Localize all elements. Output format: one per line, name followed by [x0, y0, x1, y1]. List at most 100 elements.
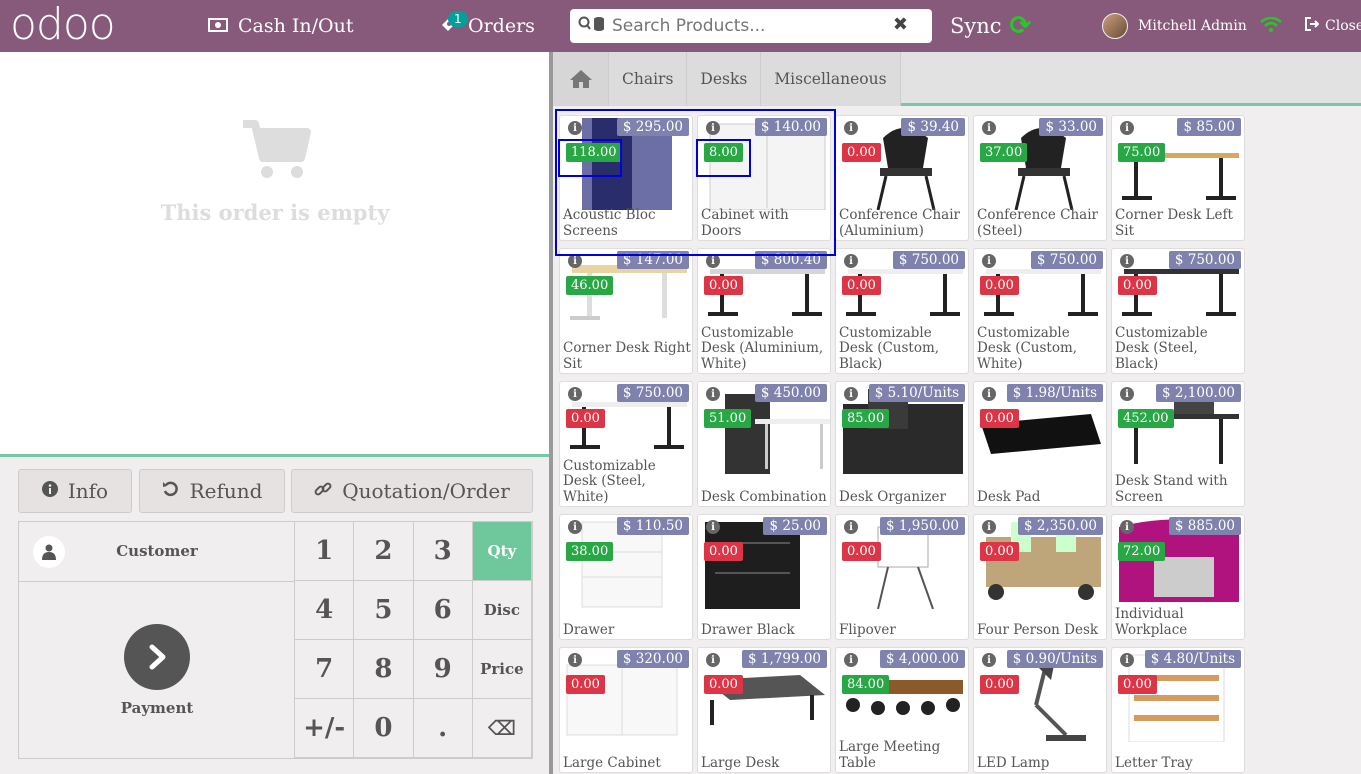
product-info-icon[interactable]: i	[706, 520, 720, 534]
odoo-logo: odoo	[10, 0, 116, 50]
product-info-icon[interactable]: i	[982, 653, 996, 667]
product-info-icon[interactable]: i	[982, 121, 996, 135]
product-info-icon[interactable]: i	[982, 254, 996, 268]
price-mode-button[interactable]: Price	[472, 640, 532, 699]
quotation-order-button[interactable]: Quotation/Order	[291, 469, 533, 513]
home-category-button[interactable]	[553, 52, 609, 106]
product-info-icon[interactable]: i	[1120, 520, 1134, 534]
product-card[interactable]: i $ 1,799.00 0.00 Large Desk	[697, 647, 831, 773]
product-price-tag: $ 750.00	[1168, 251, 1241, 269]
product-card[interactable]: i $ 295.00 118.00 Acoustic Bloc Screens	[559, 115, 693, 241]
product-price-tag: $ 0.90/Units	[1006, 650, 1103, 668]
product-price-tag: $ 450.00	[754, 384, 827, 402]
product-info-icon[interactable]: i	[706, 254, 720, 268]
numpad-key-6[interactable]: 6	[413, 581, 473, 640]
qty-mode-button[interactable]: Qty	[472, 522, 532, 581]
decimal-button[interactable]: .	[413, 699, 473, 758]
product-price-tag: $ 4.80/Units	[1144, 650, 1241, 668]
product-card[interactable]: i $ 4,000.00 84.00 Large Meeting Table	[835, 647, 969, 773]
product-card[interactable]: i $ 320.00 0.00 Large Cabinet	[559, 647, 693, 773]
product-card[interactable]: i $ 750.00 0.00 Customizable Desk (Steel, B…	[1111, 248, 1245, 374]
product-info-icon[interactable]: i	[568, 387, 582, 401]
product-info-icon[interactable]: i	[1120, 254, 1134, 268]
product-info-icon[interactable]: i	[844, 653, 858, 667]
product-card[interactable]: i $ 110.50 38.00 Drawer	[559, 514, 693, 640]
product-card[interactable]: i $ 140.00 8.00 Cabinet with Doors	[697, 115, 831, 241]
product-card[interactable]: i $ 25.00 0.00 Drawer Black	[697, 514, 831, 640]
search-input[interactable]	[612, 16, 892, 36]
payment-button[interactable]: Payment	[19, 582, 295, 760]
customer-button[interactable]: Customer	[19, 522, 295, 582]
refund-button[interactable]: Refund	[139, 469, 285, 513]
numpad-key-4[interactable]: 4	[295, 581, 355, 640]
product-card[interactable]: i $ 800.40 0.00 Customizable Desk (Aluminiu…	[697, 248, 831, 374]
product-card[interactable]: i $ 750.00 0.00 Customizable Desk (Steel, W…	[559, 381, 693, 507]
product-price-tag: $ 2,350.00	[1018, 517, 1103, 535]
product-card[interactable]: i $ 750.00 0.00 Customizable Desk (Custom, …	[973, 248, 1107, 374]
clear-search-icon[interactable]: ✖	[893, 14, 908, 35]
product-info-icon[interactable]: i	[982, 387, 996, 401]
product-card[interactable]: i $ 2,350.00 0.00 Four Person Desk	[973, 514, 1107, 640]
product-info-icon[interactable]: i	[844, 254, 858, 268]
numpad-key-3[interactable]: 3	[413, 522, 473, 581]
product-info-icon[interactable]: i	[706, 653, 720, 667]
numpad-key-7[interactable]: 7	[295, 640, 355, 699]
sync-status[interactable]: Sync ⟳	[950, 0, 1031, 52]
product-stock-badge: 0.00	[980, 409, 1019, 428]
close-button[interactable]: Close	[1305, 0, 1361, 52]
product-info-icon[interactable]: i	[1120, 121, 1134, 135]
user-menu[interactable]: Mitchell Admin	[1102, 0, 1247, 52]
product-info-icon[interactable]: i	[1120, 653, 1134, 667]
numpad-key-0[interactable]: 0	[354, 699, 414, 758]
product-info-icon[interactable]: i	[706, 387, 720, 401]
product-card[interactable]: i $ 33.00 37.00 Conference Chair (Steel)	[973, 115, 1107, 241]
product-card[interactable]: i $ 4.80/Units 0.00 Letter Tray	[1111, 647, 1245, 773]
discount-mode-button[interactable]: Disc	[472, 581, 532, 640]
product-pane: Chairs Desks Miscellaneous i $ 295.00 118.…	[553, 52, 1361, 774]
product-info-icon[interactable]: i	[568, 121, 582, 135]
product-card[interactable]: i $ 147.00 46.00 Corner Desk Right Sit	[559, 248, 693, 374]
product-info-icon[interactable]: i	[844, 520, 858, 534]
product-price-tag: $ 33.00	[1039, 118, 1103, 136]
product-info-icon[interactable]: i	[706, 121, 720, 135]
product-stock-badge: 0.00	[842, 276, 881, 295]
category-miscellaneous[interactable]: Miscellaneous	[761, 52, 901, 106]
product-name: Large Meeting Table	[839, 739, 941, 771]
product-name: Cabinet with Doors	[701, 207, 789, 239]
product-card[interactable]: i $ 85.00 75.00 Corner Desk Left Sit	[1111, 115, 1245, 241]
backspace-button[interactable]: ⌫	[472, 699, 532, 758]
product-info-icon[interactable]: i	[568, 520, 582, 534]
product-info-icon[interactable]: i	[982, 520, 996, 534]
product-card[interactable]: i $ 39.40 0.00 Conference Chair (Aluminium)	[835, 115, 969, 241]
numpad-key-2[interactable]: 2	[354, 522, 414, 581]
product-card[interactable]: i $ 2,100.00 452.00 Desk Stand with Screen	[1111, 381, 1245, 507]
product-card[interactable]: i $ 5.10/Units 85.00 Desk Organizer	[835, 381, 969, 507]
product-info-icon[interactable]: i	[568, 254, 582, 268]
product-name: Customizable Desk (Steel, Black)	[1115, 324, 1208, 372]
product-stock-badge: 0.00	[1118, 276, 1157, 295]
product-card[interactable]: i $ 0.90/Units 0.00 LED Lamp	[973, 647, 1107, 773]
product-card[interactable]: i $ 885.00 72.00 Individual Workplace	[1111, 514, 1245, 640]
product-info-icon[interactable]: i	[568, 653, 582, 667]
product-info-icon[interactable]: i	[844, 121, 858, 135]
close-label: Close	[1325, 18, 1361, 34]
product-card[interactable]: i $ 750.00 0.00 Customizable Desk (Custom, …	[835, 248, 969, 374]
product-stock-badge: 0.00	[704, 675, 743, 694]
sign-toggle-button[interactable]: +/-	[295, 699, 355, 758]
category-desks[interactable]: Desks	[687, 52, 762, 106]
product-card[interactable]: i $ 1.98/Units 0.00 Desk Pad	[973, 381, 1107, 507]
product-card[interactable]: i $ 450.00 51.00 Desk Combination	[697, 381, 831, 507]
numpad-key-5[interactable]: 5	[354, 581, 414, 640]
top-bar: odoo Cash In/Out Orders 1 ✖ Sync ⟳ Mitch…	[0, 0, 1361, 52]
category-chairs[interactable]: Chairs	[609, 52, 688, 106]
numpad-key-8[interactable]: 8	[354, 640, 414, 699]
product-info-icon[interactable]: i	[844, 387, 858, 401]
product-card[interactable]: i $ 1,950.00 0.00 Flipover	[835, 514, 969, 640]
info-button[interactable]: Info	[18, 469, 132, 513]
product-price-tag: $ 85.00	[1177, 118, 1241, 136]
cash-in-out-button[interactable]: Cash In/Out	[208, 0, 353, 52]
numpad-key-9[interactable]: 9	[413, 640, 473, 699]
product-info-icon[interactable]: i	[1120, 387, 1134, 401]
product-name: Desk Combination	[701, 488, 827, 505]
numpad-key-1[interactable]: 1	[295, 522, 355, 581]
